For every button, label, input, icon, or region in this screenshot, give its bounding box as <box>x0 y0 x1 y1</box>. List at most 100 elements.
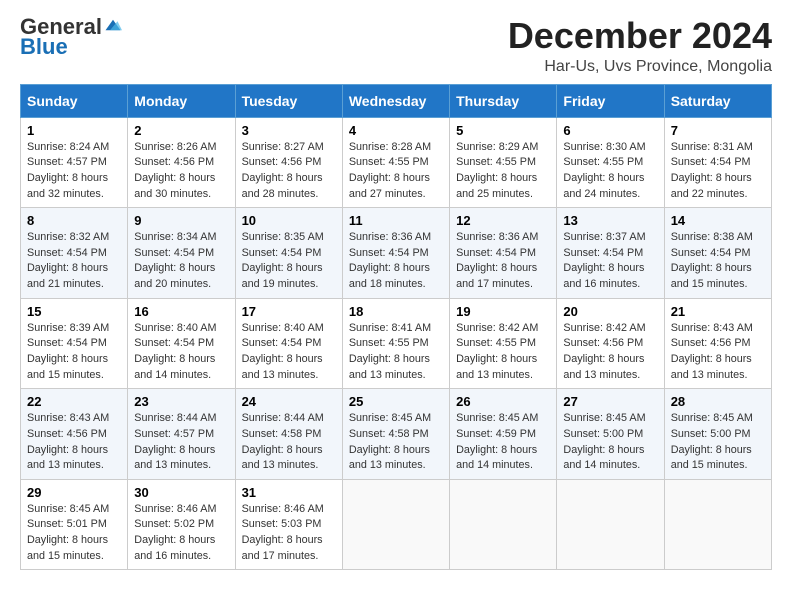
day-info: Sunrise: 8:44 AMSunset: 4:58 PMDaylight:… <box>242 411 336 474</box>
day-number: 23 <box>134 394 228 409</box>
calendar-cell: 9 Sunrise: 8:34 AMSunset: 4:54 PMDaylight… <box>128 208 235 299</box>
calendar-cell: 1 Sunrise: 8:24 AMSunset: 4:57 PMDaylight… <box>21 117 128 208</box>
calendar-cell: 29 Sunrise: 8:45 AMSunset: 5:01 PMDayligh… <box>21 479 128 570</box>
calendar-cell: 18Sunrise: 8:41 AMSunset: 4:55 PMDayligh… <box>342 298 449 389</box>
calendar-cell: 7 Sunrise: 8:31 AMSunset: 4:54 PMDaylight… <box>664 117 771 208</box>
day-info: Sunrise: 8:43 AMSunset: 4:56 PMDaylight:… <box>27 411 121 474</box>
calendar-table: SundayMondayTuesdayWednesdayThursdayFrid… <box>20 84 772 571</box>
day-info: Sunrise: 8:40 AMSunset: 4:54 PMDaylight:… <box>134 321 228 384</box>
col-header-sunday: Sunday <box>21 84 128 117</box>
calendar-week-2: 8 Sunrise: 8:32 AMSunset: 4:54 PMDaylight… <box>21 208 772 299</box>
calendar-week-1: 1 Sunrise: 8:24 AMSunset: 4:57 PMDaylight… <box>21 117 772 208</box>
col-header-tuesday: Tuesday <box>235 84 342 117</box>
day-number: 27 <box>563 394 657 409</box>
col-header-friday: Friday <box>557 84 664 117</box>
calendar-cell: 23 Sunrise: 8:44 AMSunset: 4:57 PMDayligh… <box>128 389 235 480</box>
day-number: 1 <box>27 123 121 138</box>
calendar-cell: 4 Sunrise: 8:28 AMSunset: 4:55 PMDaylight… <box>342 117 449 208</box>
calendar-cell: 12Sunrise: 8:36 AMSunset: 4:54 PMDayligh… <box>450 208 557 299</box>
calendar-cell: 30 Sunrise: 8:46 AMSunset: 5:02 PMDayligh… <box>128 479 235 570</box>
day-number: 21 <box>671 304 765 319</box>
calendar-cell: 31Sunrise: 8:46 AMSunset: 5:03 PMDayligh… <box>235 479 342 570</box>
calendar-cell: 26Sunrise: 8:45 AMSunset: 4:59 PMDayligh… <box>450 389 557 480</box>
calendar-cell: 20 Sunrise: 8:42 AMSunset: 4:56 PMDayligh… <box>557 298 664 389</box>
day-info: Sunrise: 8:36 AMSunset: 4:54 PMDaylight:… <box>349 230 443 293</box>
title-block: December 2024 Har-Us, Uvs Province, Mong… <box>508 16 772 76</box>
day-number: 3 <box>242 123 336 138</box>
calendar-cell: 5 Sunrise: 8:29 AMSunset: 4:55 PMDaylight… <box>450 117 557 208</box>
calendar-cell: 21 Sunrise: 8:43 AMSunset: 4:56 PMDayligh… <box>664 298 771 389</box>
calendar-cell: 16Sunrise: 8:40 AMSunset: 4:54 PMDayligh… <box>128 298 235 389</box>
day-number: 4 <box>349 123 443 138</box>
day-info: Sunrise: 8:40 AMSunset: 4:54 PMDaylight:… <box>242 321 336 384</box>
day-info: Sunrise: 8:34 AMSunset: 4:54 PMDaylight:… <box>134 230 228 293</box>
day-number: 14 <box>671 213 765 228</box>
day-info: Sunrise: 8:45 AMSunset: 4:58 PMDaylight:… <box>349 411 443 474</box>
page: General Blue December 2024 Har-Us, Uvs P… <box>0 0 792 586</box>
day-number: 13 <box>563 213 657 228</box>
calendar-cell <box>664 479 771 570</box>
day-info: Sunrise: 8:39 AMSunset: 4:54 PMDaylight:… <box>27 321 121 384</box>
col-header-saturday: Saturday <box>664 84 771 117</box>
calendar-week-3: 15Sunrise: 8:39 AMSunset: 4:54 PMDayligh… <box>21 298 772 389</box>
col-header-thursday: Thursday <box>450 84 557 117</box>
day-info: Sunrise: 8:45 AMSunset: 5:00 PMDaylight:… <box>563 411 657 474</box>
day-info: Sunrise: 8:38 AMSunset: 4:54 PMDaylight:… <box>671 230 765 293</box>
logo-icon <box>104 16 122 34</box>
day-info: Sunrise: 8:43 AMSunset: 4:56 PMDaylight:… <box>671 321 765 384</box>
day-number: 20 <box>563 304 657 319</box>
calendar-week-5: 29 Sunrise: 8:45 AMSunset: 5:01 PMDayligh… <box>21 479 772 570</box>
day-info: Sunrise: 8:42 AMSunset: 4:56 PMDaylight:… <box>563 321 657 384</box>
col-header-wednesday: Wednesday <box>342 84 449 117</box>
day-number: 8 <box>27 213 121 228</box>
day-info: Sunrise: 8:31 AMSunset: 4:54 PMDaylight:… <box>671 140 765 203</box>
day-number: 11 <box>349 213 443 228</box>
day-number: 10 <box>242 213 336 228</box>
header: General Blue December 2024 Har-Us, Uvs P… <box>20 16 772 76</box>
calendar-cell: 10 Sunrise: 8:35 AMSunset: 4:54 PMDayligh… <box>235 208 342 299</box>
logo-blue-text: Blue <box>20 34 68 59</box>
calendar-cell: 15Sunrise: 8:39 AMSunset: 4:54 PMDayligh… <box>21 298 128 389</box>
subtitle: Har-Us, Uvs Province, Mongolia <box>508 58 772 76</box>
day-info: Sunrise: 8:29 AMSunset: 4:55 PMDaylight:… <box>456 140 550 203</box>
day-number: 22 <box>27 394 121 409</box>
calendar-cell <box>342 479 449 570</box>
day-number: 9 <box>134 213 228 228</box>
calendar-cell: 24 Sunrise: 8:44 AMSunset: 4:58 PMDayligh… <box>235 389 342 480</box>
day-number: 24 <box>242 394 336 409</box>
day-info: Sunrise: 8:30 AMSunset: 4:55 PMDaylight:… <box>563 140 657 203</box>
calendar-cell: 27 Sunrise: 8:45 AMSunset: 5:00 PMDayligh… <box>557 389 664 480</box>
day-number: 2 <box>134 123 228 138</box>
day-number: 6 <box>563 123 657 138</box>
day-info: Sunrise: 8:46 AMSunset: 5:02 PMDaylight:… <box>134 502 228 565</box>
day-number: 18 <box>349 304 443 319</box>
day-number: 12 <box>456 213 550 228</box>
calendar-cell: 13 Sunrise: 8:37 AMSunset: 4:54 PMDayligh… <box>557 208 664 299</box>
calendar-cell: 25 Sunrise: 8:45 AMSunset: 4:58 PMDayligh… <box>342 389 449 480</box>
day-info: Sunrise: 8:32 AMSunset: 4:54 PMDaylight:… <box>27 230 121 293</box>
day-info: Sunrise: 8:26 AMSunset: 4:56 PMDaylight:… <box>134 140 228 203</box>
calendar-cell: 19 Sunrise: 8:42 AMSunset: 4:55 PMDayligh… <box>450 298 557 389</box>
main-title: December 2024 <box>508 16 772 56</box>
day-number: 25 <box>349 394 443 409</box>
day-info: Sunrise: 8:45 AMSunset: 5:01 PMDaylight:… <box>27 502 121 565</box>
calendar-cell: 6 Sunrise: 8:30 AMSunset: 4:55 PMDaylight… <box>557 117 664 208</box>
day-info: Sunrise: 8:42 AMSunset: 4:55 PMDaylight:… <box>456 321 550 384</box>
day-number: 5 <box>456 123 550 138</box>
day-number: 19 <box>456 304 550 319</box>
day-info: Sunrise: 8:35 AMSunset: 4:54 PMDaylight:… <box>242 230 336 293</box>
calendar-cell <box>450 479 557 570</box>
calendar-cell: 17Sunrise: 8:40 AMSunset: 4:54 PMDayligh… <box>235 298 342 389</box>
day-info: Sunrise: 8:24 AMSunset: 4:57 PMDaylight:… <box>27 140 121 203</box>
day-info: Sunrise: 8:37 AMSunset: 4:54 PMDaylight:… <box>563 230 657 293</box>
day-number: 30 <box>134 485 228 500</box>
day-info: Sunrise: 8:28 AMSunset: 4:55 PMDaylight:… <box>349 140 443 203</box>
logo: General Blue <box>20 16 122 60</box>
day-info: Sunrise: 8:46 AMSunset: 5:03 PMDaylight:… <box>242 502 336 565</box>
day-number: 26 <box>456 394 550 409</box>
day-info: Sunrise: 8:44 AMSunset: 4:57 PMDaylight:… <box>134 411 228 474</box>
day-number: 29 <box>27 485 121 500</box>
calendar-cell: 11 Sunrise: 8:36 AMSunset: 4:54 PMDayligh… <box>342 208 449 299</box>
calendar-cell: 14 Sunrise: 8:38 AMSunset: 4:54 PMDayligh… <box>664 208 771 299</box>
day-number: 7 <box>671 123 765 138</box>
